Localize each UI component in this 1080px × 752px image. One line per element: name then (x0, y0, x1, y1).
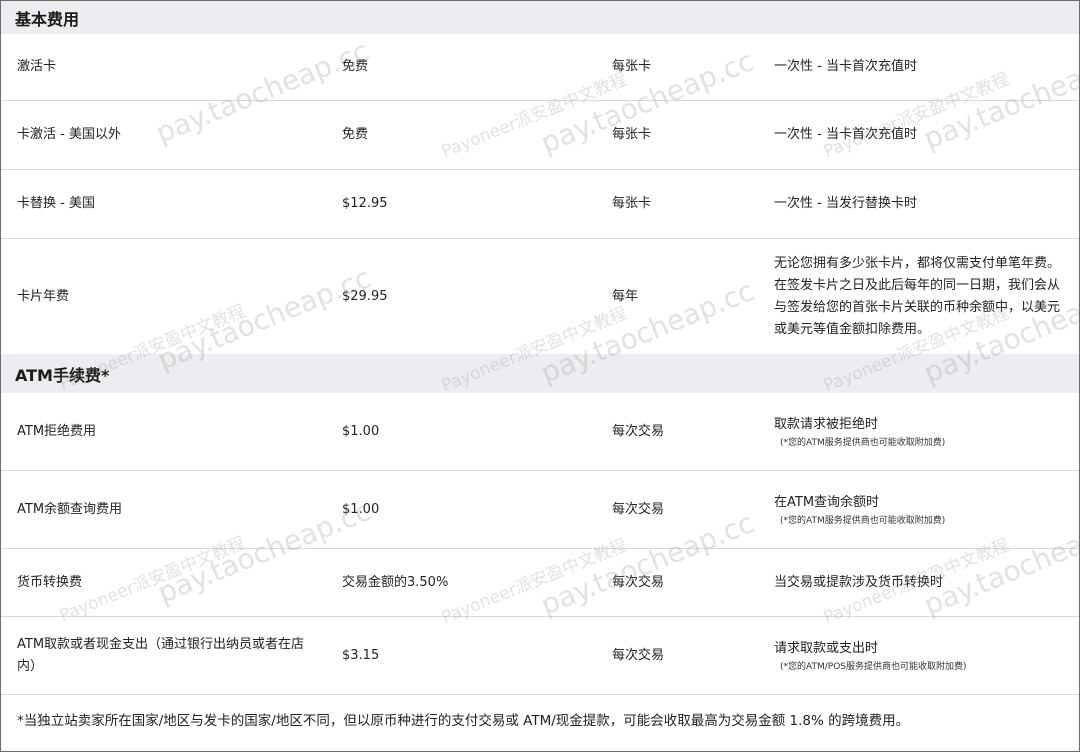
fee-item: ATM取款或者现金支出（通过银行出纳员或者在店内） (17, 636, 305, 674)
fee-description-cell: 在ATM查询余额时 (*您的ATM服务提供商也可能收取附加费) (774, 471, 1064, 548)
fee-amount: $12.95 (342, 196, 388, 211)
table-row: 激活卡 免费 每张卡 一次性 - 当卡首次充值时 (1, 34, 1079, 101)
fee-note: (*您的ATM/POS服务提供商也可能收取附加费) (780, 661, 967, 672)
fee-description: 无论您拥有多少张卡片，都将仅需支付单笔年费。在签发卡片之日及此后每年的同一日期，… (774, 255, 1061, 337)
table-row: ATM取款或者现金支出（通过银行出纳员或者在店内） $3.15 每次交易 请求取… (1, 617, 1079, 695)
fee-item: 激活卡 (17, 59, 57, 74)
fee-table-frame: 基本费用 激活卡 免费 每张卡 一次性 - 当卡首次充值时 卡激活 - 美国以外… (0, 0, 1080, 752)
table-row: 货币转换费 交易金额的3.50% 每次交易 当交易或提款涉及货币转换时 (1, 549, 1079, 617)
fee-description-cell: 取款请求被拒绝时 (*您的ATM服务提供商也可能收取附加费) (774, 393, 1064, 470)
fee-amount: $3.15 (342, 647, 380, 663)
fee-item: 货币转换费 (17, 574, 83, 590)
fee-frequency: 每张卡 (612, 196, 652, 211)
fee-note: (*您的ATM服务提供商也可能收取附加费) (780, 515, 946, 526)
table-row: ATM余额查询费用 $1.00 每次交易 在ATM查询余额时 (*您的ATM服务… (1, 471, 1079, 549)
fee-amount: 交易金额的3.50% (342, 574, 449, 590)
table-row: 卡片年费 $29.95 每年 无论您拥有多少张卡片，都将仅需支付单笔年费。在签发… (1, 239, 1079, 354)
fee-item: ATM拒绝费用 (17, 423, 97, 439)
fee-frequency: 每次交易 (612, 574, 665, 590)
footnote: *当独立站卖家所在国家/地区与发卡的国家/地区不同，但以原币种进行的支付交易或 … (17, 713, 910, 729)
table-row: 卡替换 - 美国 $12.95 每张卡 一次性 - 当发行替换卡时 (1, 170, 1079, 239)
fee-amount: $29.95 (342, 288, 388, 304)
fee-description: 一次性 - 当卡首次充值时 (774, 127, 917, 142)
fee-amount: $1.00 (342, 501, 380, 517)
fee-note: (*您的ATM服务提供商也可能收取附加费) (780, 437, 946, 448)
fee-description: 一次性 - 当卡首次充值时 (774, 59, 917, 74)
fee-frequency: 每次交易 (612, 647, 665, 663)
fee-amount: 免费 (342, 59, 369, 74)
fee-frequency: 每年 (612, 288, 639, 304)
fee-item: 卡替换 - 美国 (17, 196, 95, 211)
fee-description: 请求取款或支出时 (774, 640, 879, 656)
fee-item: 卡激活 - 美国以外 (17, 127, 121, 142)
table-row: ATM拒绝费用 $1.00 每次交易 取款请求被拒绝时 (*您的ATM服务提供商… (1, 393, 1079, 471)
fee-frequency: 每次交易 (612, 423, 665, 439)
fee-frequency: 每次交易 (612, 501, 665, 517)
fee-description: 取款请求被拒绝时 (774, 416, 879, 432)
section-title: 基本费用 (15, 9, 80, 29)
fee-description: 当交易或提款涉及货币转换时 (774, 574, 944, 590)
fee-item: 卡片年费 (17, 288, 70, 304)
fee-description-cell: 请求取款或支出时 (*您的ATM/POS服务提供商也可能收取附加费) (774, 617, 1064, 694)
fee-description: 在ATM查询余额时 (774, 494, 880, 510)
fee-description: 一次性 - 当发行替换卡时 (774, 196, 917, 211)
fee-frequency: 每张卡 (612, 59, 652, 74)
section-header-basic-fees: 基本费用 (1, 1, 1079, 34)
fee-amount: $1.00 (342, 423, 380, 439)
section-title: ATM手续费* (15, 365, 110, 385)
fee-amount: 免费 (342, 127, 369, 142)
fee-item: ATM余额查询费用 (17, 501, 123, 517)
section-header-atm-fees: ATM手续费* (1, 354, 1079, 393)
fee-frequency: 每张卡 (612, 127, 652, 142)
table-row: 卡激活 - 美国以外 免费 每张卡 一次性 - 当卡首次充值时 (1, 101, 1079, 170)
